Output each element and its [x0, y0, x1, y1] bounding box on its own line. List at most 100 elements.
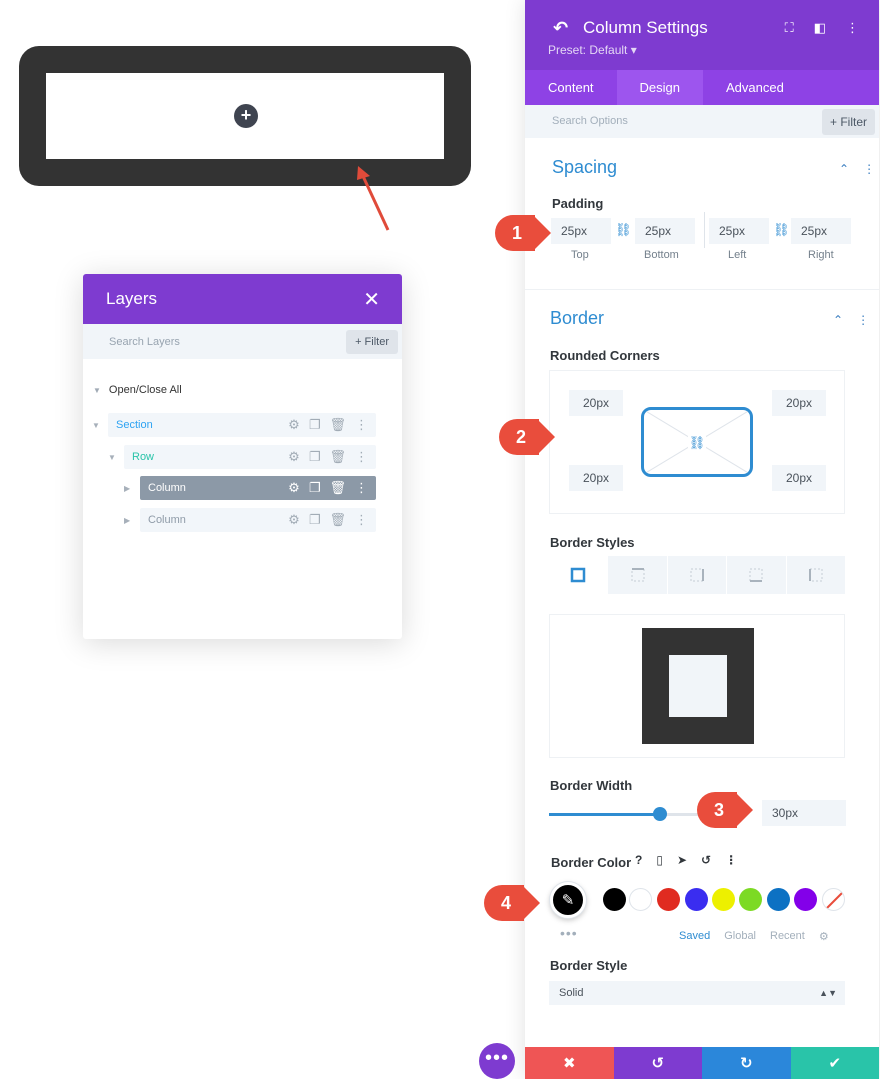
- mobile-icon[interactable]: ▯: [656, 853, 663, 867]
- more-icon[interactable]: ⋮: [725, 853, 737, 867]
- gear-icon[interactable]: ⚙: [288, 480, 300, 496]
- close-icon[interactable]: ✕: [363, 287, 380, 312]
- layers-search-input[interactable]: Search Layers: [109, 336, 180, 348]
- expand-icon[interactable]: ⛶: [785, 20, 794, 36]
- more-icon[interactable]: ⋮: [355, 480, 368, 496]
- more-dots-icon[interactable]: •••: [560, 925, 578, 941]
- undo-button[interactable]: ↺: [613, 1047, 702, 1079]
- palette-tab-saved[interactable]: Saved: [679, 930, 710, 943]
- link-icon[interactable]: ⛓: [773, 222, 790, 238]
- chevron-up-icon[interactable]: ⌃: [833, 313, 843, 327]
- border-top-option[interactable]: [608, 556, 668, 594]
- more-icon[interactable]: ⋮: [857, 313, 869, 327]
- duplicate-icon[interactable]: ❐: [309, 512, 321, 528]
- more-icon[interactable]: ⋮: [846, 20, 859, 36]
- gear-icon[interactable]: ⚙: [288, 449, 300, 465]
- border-all-icon: [570, 567, 586, 583]
- add-module-button[interactable]: +: [234, 104, 258, 128]
- slider-handle[interactable]: [652, 807, 667, 821]
- border-right-option[interactable]: [668, 556, 728, 594]
- corner-top-right-field[interactable]: 20px: [772, 390, 826, 416]
- corner-bottom-right-field[interactable]: 20px: [772, 465, 826, 491]
- border-bottom-option[interactable]: [727, 556, 787, 594]
- swatch-transparent[interactable]: [822, 888, 845, 911]
- swatch-blue[interactable]: [685, 888, 708, 911]
- swatch-red[interactable]: [657, 888, 680, 911]
- trash-icon[interactable]: 🗑: [329, 512, 346, 528]
- tab-advanced[interactable]: Advanced: [703, 70, 807, 105]
- caret-right-icon: ▶: [124, 516, 131, 525]
- layer-actions: ⚙ ❐ 🗑 ⋮: [288, 449, 368, 465]
- border-section-title[interactable]: Border: [550, 308, 604, 329]
- duplicate-icon[interactable]: ❐: [309, 449, 321, 465]
- spacing-section-title[interactable]: Spacing: [552, 157, 617, 178]
- padding-divider: [704, 212, 705, 248]
- swatch-white[interactable]: [629, 888, 652, 911]
- caret-down-icon: ▼: [108, 453, 116, 462]
- border-left-option[interactable]: [787, 556, 845, 594]
- gear-icon[interactable]: ⚙: [819, 930, 829, 943]
- discard-button[interactable]: ✖: [525, 1047, 614, 1079]
- layer-item-row[interactable]: Row ⚙ ❐ 🗑 ⋮: [124, 445, 376, 469]
- trash-icon[interactable]: 🗑: [329, 449, 346, 465]
- swatch-purple[interactable]: [794, 888, 817, 911]
- swatch-dark-blue[interactable]: [767, 888, 790, 911]
- layer-item-column-active[interactable]: Column ⚙ ❐ 🗑 ⋮: [140, 476, 376, 500]
- search-options-input[interactable]: Search Options: [552, 115, 628, 127]
- reset-icon[interactable]: ↺: [701, 853, 711, 867]
- swatch-yellow[interactable]: [712, 888, 735, 911]
- help-icon[interactable]: ?: [635, 853, 642, 867]
- palette-tab-recent[interactable]: Recent: [770, 930, 805, 943]
- border-width-label: Border Width: [550, 778, 633, 793]
- caret-right-icon: ▶: [124, 484, 131, 493]
- back-arrow-icon[interactable]: ↶: [553, 18, 568, 39]
- link-icon[interactable]: ⛓: [615, 222, 632, 238]
- sidebar-layout-icon[interactable]: ◧: [814, 20, 826, 36]
- select-arrows-icon: ▲▼: [819, 988, 837, 998]
- padding-right-field[interactable]: 25px: [791, 218, 851, 244]
- layers-filter-button[interactable]: + Filter: [346, 329, 398, 354]
- cursor-icon[interactable]: ➤: [677, 853, 687, 867]
- corner-bottom-left-field[interactable]: 20px: [569, 465, 623, 491]
- corner-top-left-field[interactable]: 20px: [569, 390, 623, 416]
- more-icon[interactable]: ⋮: [355, 417, 368, 433]
- padding-top-field[interactable]: 25px: [551, 218, 611, 244]
- trash-icon[interactable]: 🗑: [329, 480, 346, 496]
- more-icon[interactable]: ⋮: [863, 162, 875, 176]
- tab-design[interactable]: Design: [616, 70, 704, 105]
- border-style-select[interactable]: Solid ▲▼: [549, 981, 845, 1005]
- duplicate-icon[interactable]: ❐: [309, 480, 321, 496]
- preset-dropdown[interactable]: Preset: Default ▾: [548, 43, 637, 57]
- border-all-option[interactable]: [549, 556, 609, 594]
- gear-icon[interactable]: ⚙: [288, 512, 300, 528]
- more-icon[interactable]: ⋮: [355, 449, 368, 465]
- gear-icon[interactable]: ⚙: [288, 417, 300, 433]
- more-icon[interactable]: ⋮: [355, 512, 368, 528]
- padding-bottom-field[interactable]: 25px: [635, 218, 695, 244]
- swatch-green[interactable]: [739, 888, 762, 911]
- layer-actions: ⚙ ❐ 🗑 ⋮: [288, 480, 368, 496]
- duplicate-icon[interactable]: ❐: [309, 417, 321, 433]
- rounded-corners-label: Rounded Corners: [550, 348, 660, 363]
- padding-left-field[interactable]: 25px: [709, 218, 769, 244]
- palette-tab-global[interactable]: Global: [724, 930, 756, 943]
- corner-link-toggle[interactable]: ⛓: [641, 407, 753, 477]
- swatch-black[interactable]: [603, 888, 626, 911]
- eyedropper-button[interactable]: ✎: [550, 882, 586, 918]
- open-close-all-toggle[interactable]: ▼ Open/Close All: [93, 384, 182, 396]
- border-width-slider[interactable]: [549, 807, 719, 821]
- undo-icon: ↺: [651, 1055, 665, 1072]
- layer-item-column[interactable]: Column ⚙ ❐ 🗑 ⋮: [140, 508, 376, 532]
- save-button[interactable]: ✔: [790, 1047, 879, 1079]
- layer-item-section[interactable]: Section ⚙ ❐ 🗑 ⋮: [108, 413, 376, 437]
- tab-content[interactable]: Content: [525, 70, 617, 105]
- redo-button[interactable]: ↻: [702, 1047, 791, 1079]
- trash-icon[interactable]: 🗑: [329, 417, 346, 433]
- chevron-up-icon[interactable]: ⌃: [839, 162, 849, 176]
- page-settings-button[interactable]: •••: [479, 1043, 515, 1079]
- border-width-field[interactable]: 30px: [762, 800, 846, 826]
- layers-header: Layers ✕: [83, 274, 402, 324]
- padding-label: Padding: [552, 196, 604, 211]
- pointer-arrow-icon: [357, 166, 390, 231]
- options-filter-button[interactable]: + Filter: [821, 109, 875, 135]
